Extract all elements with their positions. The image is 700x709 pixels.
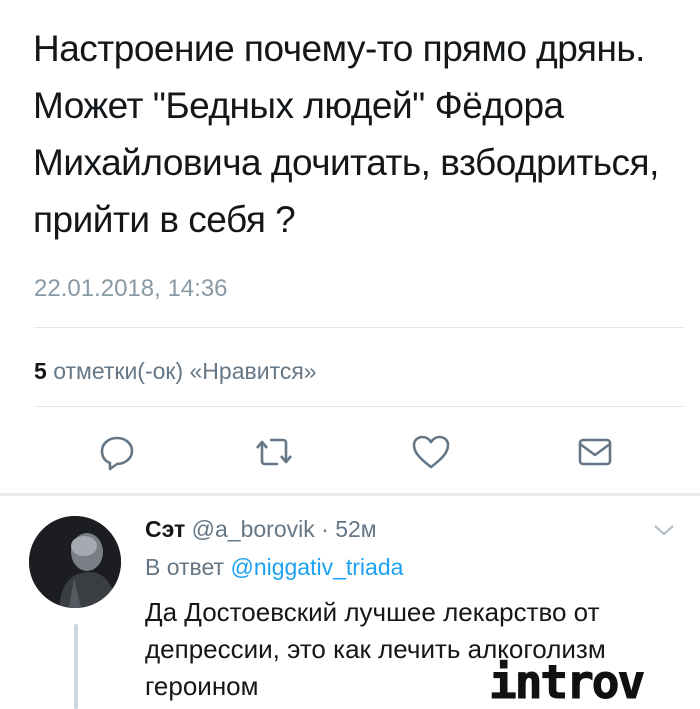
avatar[interactable] (29, 516, 121, 608)
reply-icon (100, 436, 134, 471)
like-button[interactable] (409, 430, 453, 474)
thread-line (74, 624, 78, 709)
retweet-button[interactable] (252, 430, 296, 474)
reply-button[interactable] (95, 430, 139, 474)
reply-author-name[interactable]: Сэт (145, 516, 185, 542)
reply-to-handle[interactable]: @niggativ_triada (230, 554, 403, 580)
reply-header: Сэт @a_borovik · 52м (145, 516, 377, 543)
tweet-text: Настроение почему-то прямо дрянь. Может … (33, 28, 659, 240)
reply-to-line: В ответ @niggativ_triada (145, 554, 403, 581)
tweet-actions (0, 430, 700, 480)
like-icon (412, 435, 450, 469)
reply-time[interactable]: 52м (335, 516, 376, 542)
chevron-down-icon[interactable] (652, 522, 676, 538)
message-button[interactable] (573, 430, 617, 474)
section-divider (0, 493, 700, 496)
reply-author-handle[interactable]: @a_borovik (192, 516, 315, 542)
reply-to-prefix: В ответ (145, 554, 225, 580)
likes-count: 5 (34, 358, 47, 384)
tweet-timestamp[interactable]: 22.01.2018, 14:36 (34, 275, 228, 303)
watermark-logo: introv (488, 655, 645, 709)
message-icon (578, 438, 612, 466)
retweet-icon (256, 438, 292, 466)
divider (34, 327, 684, 328)
likes-summary[interactable]: 5 отметки(-ок) «Нравится» (34, 358, 317, 385)
likes-label: отметки(-ок) «Нравится» (53, 358, 317, 384)
divider (34, 406, 684, 407)
reply-separator: · (321, 516, 329, 542)
